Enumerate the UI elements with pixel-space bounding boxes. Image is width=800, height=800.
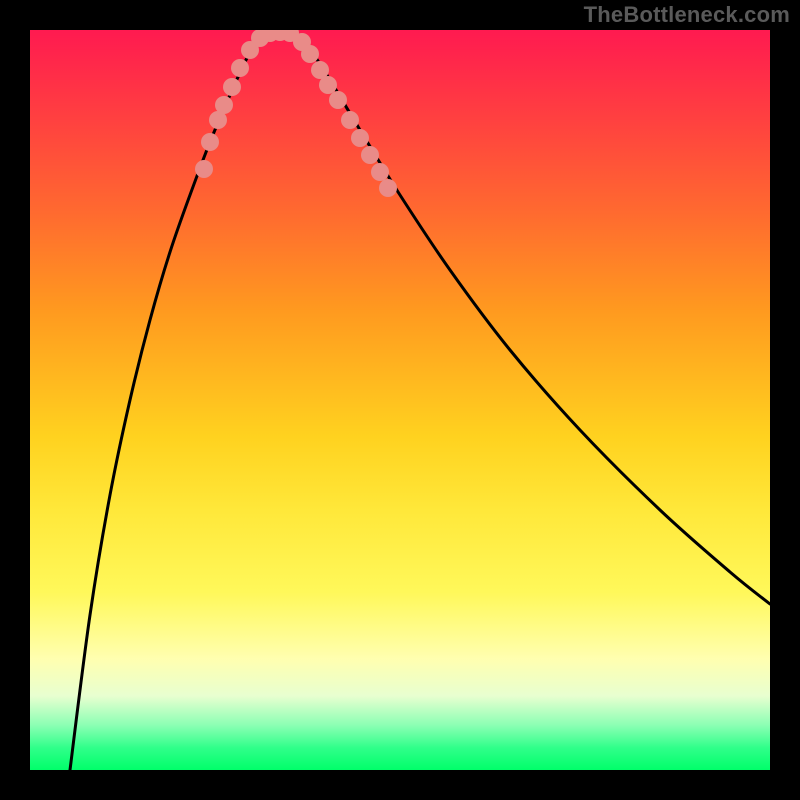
chart-svg <box>30 30 770 770</box>
marker-point <box>195 160 213 178</box>
marker-point <box>301 45 319 63</box>
marker-point <box>341 111 359 129</box>
chart-plot-area <box>30 30 770 770</box>
chart-frame: TheBottleneck.com <box>0 0 800 800</box>
marker-point <box>351 129 369 147</box>
curve-right-branch <box>290 32 770 604</box>
marker-point <box>319 76 337 94</box>
marker-point <box>329 91 347 109</box>
watermark-text: TheBottleneck.com <box>584 2 790 28</box>
marker-point <box>215 96 233 114</box>
marker-point <box>379 179 397 197</box>
curve-left-branch <box>70 32 270 770</box>
marker-point <box>201 133 219 151</box>
marker-point <box>361 146 379 164</box>
marker-point <box>231 59 249 77</box>
marker-point <box>223 78 241 96</box>
marker-point <box>371 163 389 181</box>
